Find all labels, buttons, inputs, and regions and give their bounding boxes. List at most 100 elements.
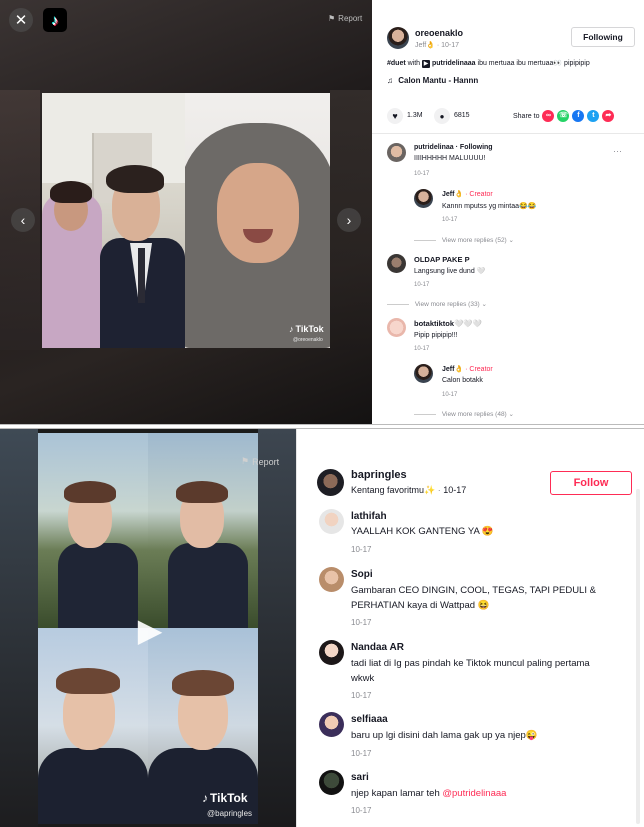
video-player[interactable]: ▶ ⚑ Report ♪ TikTok @bapringles bbox=[0, 429, 296, 827]
twitter-icon[interactable]: t bbox=[587, 110, 600, 122]
whatsapp-icon[interactable]: ☏ bbox=[557, 110, 570, 122]
view-more-replies[interactable]: View more replies (33) ⌄ bbox=[387, 300, 487, 308]
caption: #duet with ▶ putridelinaaa ibu mertuaa i… bbox=[387, 60, 590, 68]
tiktok-logo-icon: ♪ bbox=[202, 791, 208, 805]
comment-username[interactable]: botaktiktok🤍🤍🤍 bbox=[414, 319, 482, 328]
comment-date: 10-17 bbox=[351, 545, 372, 554]
comment-avatar[interactable] bbox=[387, 143, 406, 162]
view-more-replies[interactable]: View more replies (52) ⌄ bbox=[414, 236, 514, 244]
reply-header: Jeff👌 · Creator bbox=[442, 190, 493, 198]
play-icon: ▶ bbox=[137, 612, 163, 648]
scrollbar[interactable] bbox=[636, 489, 640, 824]
close-icon: ✕ bbox=[14, 12, 28, 29]
reply-avatar[interactable] bbox=[414, 364, 433, 383]
more-share-icon[interactable]: ➦ bbox=[602, 110, 615, 122]
author-meta: Kentang favoritmu✨ · 10-17 bbox=[351, 485, 467, 495]
play-button[interactable]: ▶ bbox=[135, 613, 165, 647]
more-icon[interactable]: ··· bbox=[613, 146, 622, 156]
report-button[interactable]: ⚑ Report bbox=[241, 456, 279, 467]
following-badge: · Following bbox=[455, 144, 493, 151]
tiktok-logo-icon: ♪ bbox=[289, 324, 294, 334]
comment-username[interactable]: sari bbox=[351, 772, 369, 783]
comment-avatar[interactable] bbox=[319, 640, 344, 665]
play-icon: ▶ bbox=[422, 60, 431, 68]
comment-icon: ● bbox=[439, 111, 445, 121]
comment-avatar[interactable] bbox=[387, 254, 406, 273]
view-more-replies[interactable]: View more replies (48) ⌄ bbox=[414, 410, 514, 418]
author-caption: Kentang favoritmu✨ bbox=[351, 485, 436, 495]
reply-username[interactable]: Jeff👌 bbox=[442, 191, 463, 198]
comment-username[interactable]: lathifah bbox=[351, 511, 387, 522]
tiktok-logo[interactable]: ♪ bbox=[43, 8, 67, 32]
facebook-icon[interactable]: f bbox=[572, 110, 585, 122]
watermark-handle: @bapringles bbox=[207, 809, 253, 818]
chevron-down-icon: ⌄ bbox=[481, 301, 487, 308]
caption-text: ibu mertuaa ibu mertuaa👀 pipipipip bbox=[477, 60, 590, 67]
comment-date: 10-17 bbox=[351, 691, 372, 700]
comment-date: 10-17 bbox=[414, 171, 430, 177]
details-sidebar: oreoenaklo Jeff👌 · 10-17 Following #duet… bbox=[372, 0, 644, 424]
comment-date: 10-17 bbox=[351, 749, 372, 758]
tiktok-video-screen: ▶ ⚑ Report ♪ TikTok @bapringles bapringl… bbox=[0, 428, 644, 827]
following-button[interactable]: Following bbox=[571, 27, 635, 47]
comment-avatar[interactable] bbox=[319, 509, 344, 534]
music-title: Calon Mantu - Hannn bbox=[398, 76, 479, 85]
comment-count: 6815 bbox=[454, 112, 470, 119]
duet-video-left bbox=[42, 93, 185, 348]
flag-icon: ⚑ bbox=[328, 14, 336, 23]
hashtag-duet[interactable]: #duet bbox=[387, 60, 406, 67]
follow-button[interactable]: Follow bbox=[550, 471, 632, 495]
comment-text: wkwk bbox=[351, 673, 375, 684]
like-count: 1.3M bbox=[407, 112, 423, 119]
comment-username[interactable]: OLDAP PAKE P bbox=[414, 255, 470, 264]
comment-header: putridelinaa · Following bbox=[414, 144, 493, 151]
mention-link[interactable]: @putridelinaaa bbox=[442, 788, 506, 799]
like-button[interactable]: ♥ bbox=[387, 108, 403, 124]
comment-username[interactable]: Sopi bbox=[351, 569, 373, 580]
duet-video-right bbox=[185, 93, 330, 348]
author-username[interactable]: oreoenaklo bbox=[415, 28, 463, 38]
comment-username[interactable]: Nandaa AR bbox=[351, 642, 404, 653]
tiktok-watermark: ♪ TikTok bbox=[289, 324, 324, 334]
comment-avatar[interactable] bbox=[319, 567, 344, 592]
comment-avatar[interactable] bbox=[319, 770, 344, 795]
comment-date: 10-17 bbox=[351, 806, 372, 815]
comment-text: Gambaran CEO DINGIN, COOL, TEGAS, TAPI P… bbox=[351, 585, 596, 596]
mention-link[interactable]: putridelinaaa bbox=[432, 60, 476, 67]
chevron-right-icon: › bbox=[346, 212, 352, 228]
report-button[interactable]: ⚑ Report bbox=[328, 14, 362, 23]
reply-avatar[interactable] bbox=[414, 189, 433, 208]
comment-avatar[interactable] bbox=[319, 712, 344, 737]
chevron-down-icon: ⌄ bbox=[508, 237, 514, 244]
comment-date: 10-17 bbox=[351, 618, 372, 627]
next-video-button[interactable]: › bbox=[337, 208, 361, 232]
post-date: 10-17 bbox=[441, 42, 460, 49]
reply-date: 10-17 bbox=[442, 217, 458, 223]
video-player[interactable]: ♪ TikTok @oreoenaklo ✕ ♪ ⚑ Report ‹ › bbox=[0, 0, 372, 424]
author-display-name: Jeff👌 bbox=[415, 42, 435, 49]
details-sidebar: bapringles Kentang favoritmu✨ · 10-17 Fo… bbox=[296, 429, 644, 827]
tiktok-duet-screen: ♪ TikTok @oreoenaklo ✕ ♪ ⚑ Report ‹ › or… bbox=[0, 0, 644, 425]
comment-avatar[interactable] bbox=[387, 318, 406, 337]
author-avatar[interactable] bbox=[317, 469, 344, 496]
comment-username[interactable]: selfiaaa bbox=[351, 714, 388, 725]
creator-badge: · Creator bbox=[465, 366, 493, 373]
music-link[interactable]: ♫ Calon Mantu - Hannn bbox=[387, 76, 478, 85]
reply-username[interactable]: Jeff👌 bbox=[442, 366, 463, 373]
comment-button[interactable]: ● bbox=[434, 108, 450, 124]
comment-text: baru up lgi disini dah lama gak up ya nj… bbox=[351, 730, 538, 741]
tiktok-watermark: ♪ TikTok bbox=[202, 791, 248, 805]
prev-video-button[interactable]: ‹ bbox=[11, 208, 35, 232]
comment-username[interactable]: putridelinaa bbox=[414, 144, 454, 151]
chevron-down-icon: ⌄ bbox=[508, 411, 514, 418]
comment-text: YAALLAH KOK GANTENG YA 😍 bbox=[351, 526, 494, 537]
author-username[interactable]: bapringles bbox=[351, 469, 407, 481]
comment-text: Pipip pipipip!!! bbox=[414, 332, 458, 339]
close-button[interactable]: ✕ bbox=[9, 8, 33, 32]
link-icon[interactable]: ∞ bbox=[542, 110, 555, 122]
share-label: Share to bbox=[513, 112, 540, 120]
reply-header: Jeff👌 · Creator bbox=[442, 365, 493, 373]
flag-icon: ⚑ bbox=[241, 456, 250, 466]
author-avatar[interactable] bbox=[387, 27, 409, 49]
chevron-left-icon: ‹ bbox=[20, 212, 26, 228]
